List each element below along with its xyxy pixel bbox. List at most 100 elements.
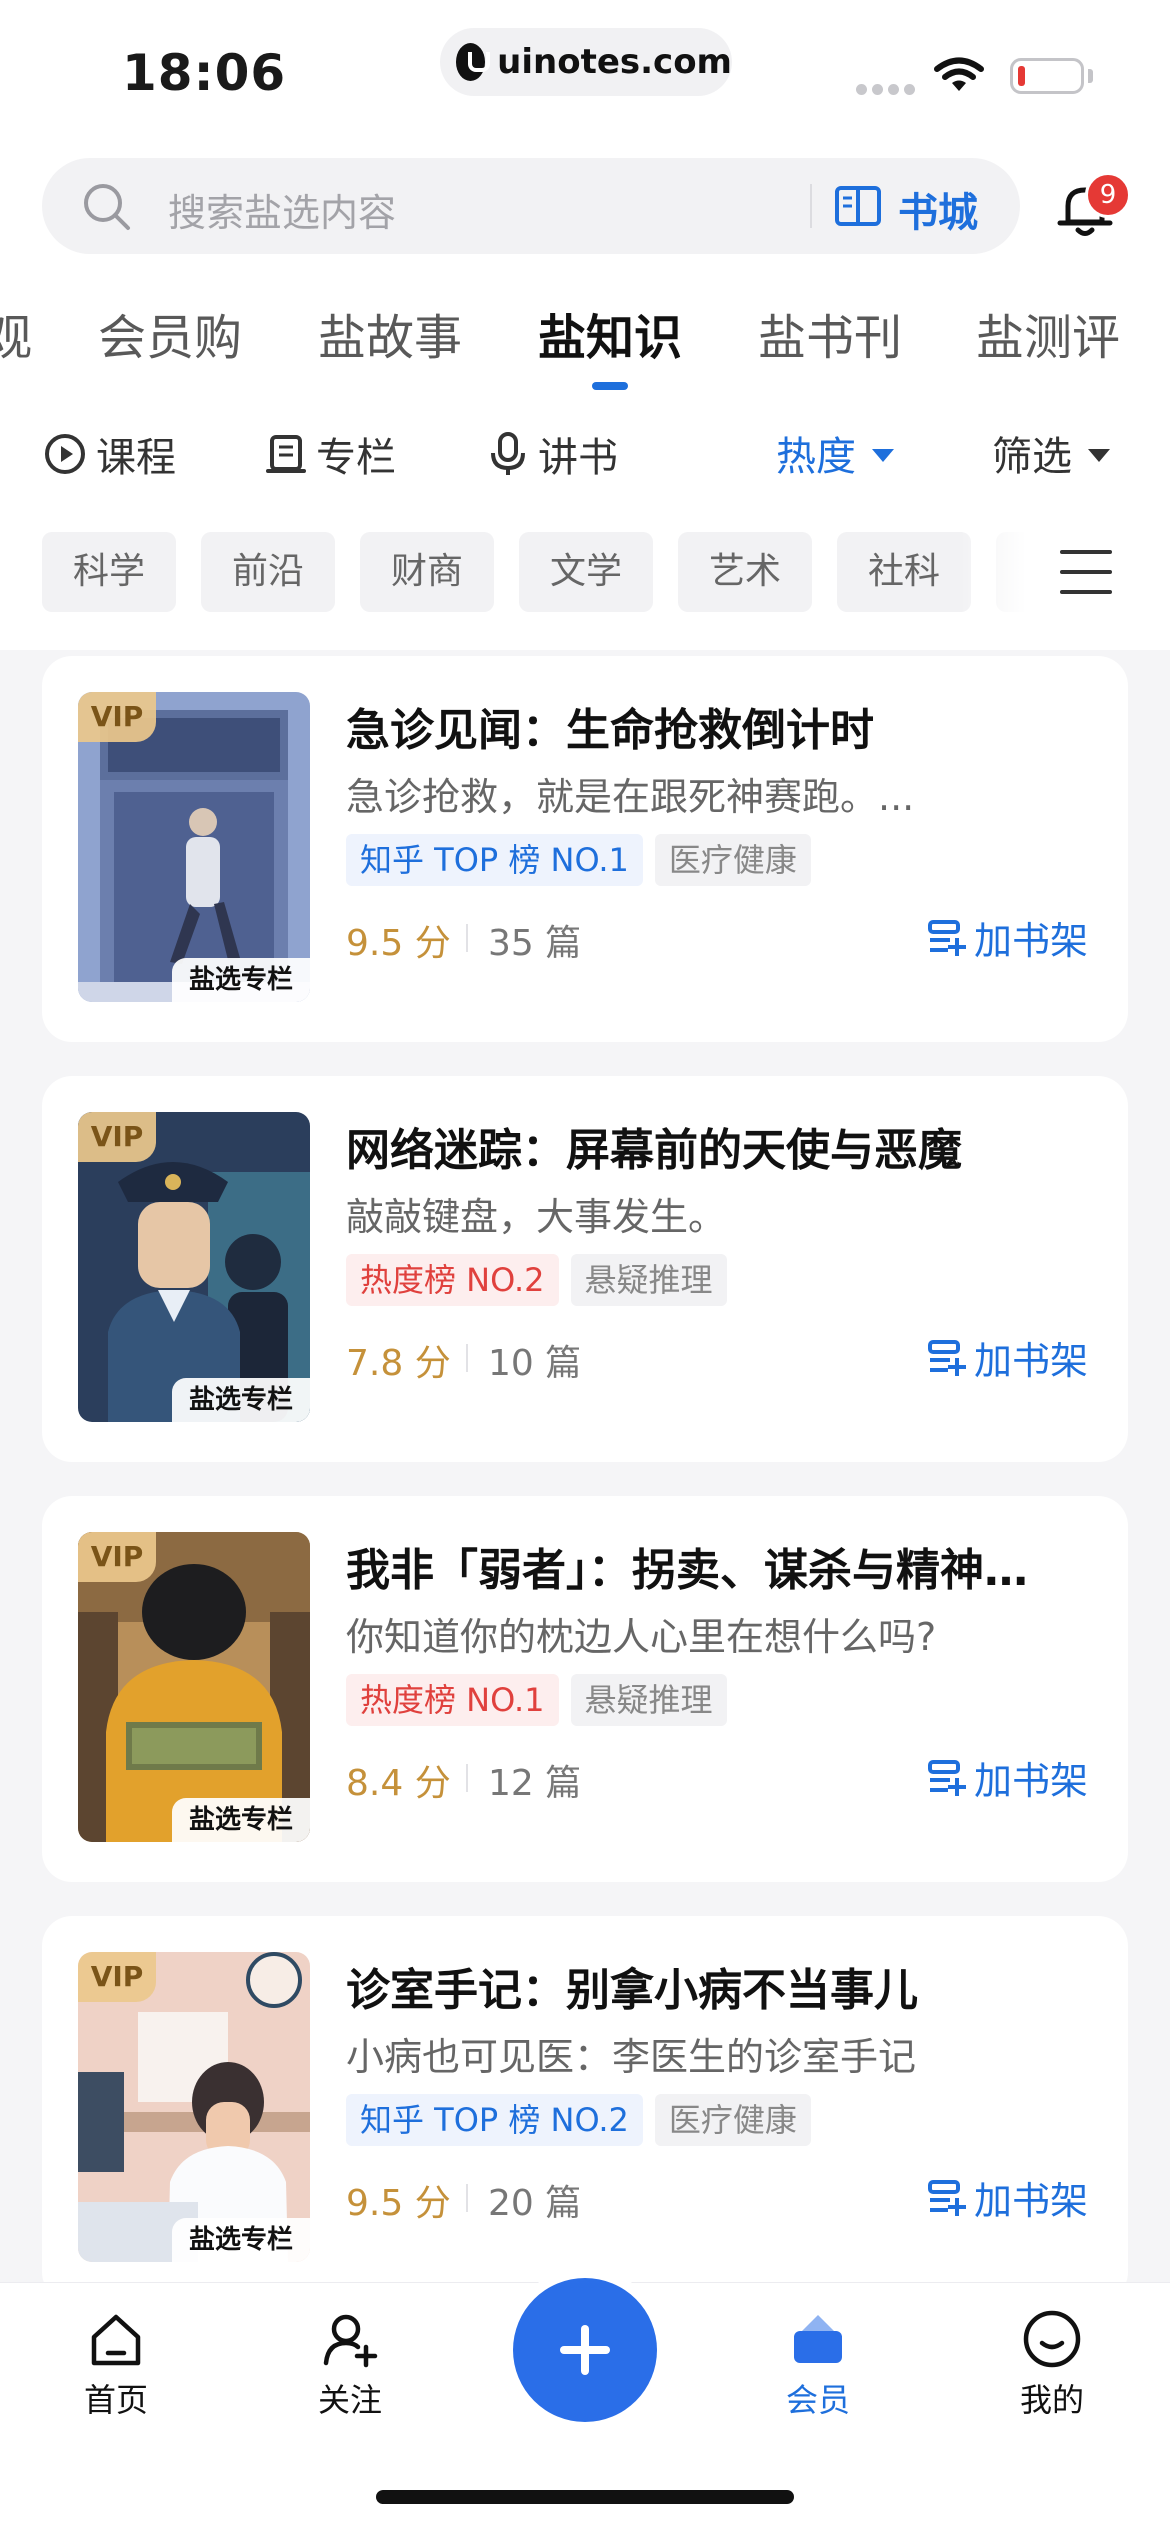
url-text: uinotes.com [497,42,732,82]
add-to-shelf-label: 加书架 [974,919,1089,963]
chip-literature[interactable]: 文学 [519,532,653,612]
status-time: 18:06 [122,44,287,102]
card-score: 9.5 分 [346,923,451,964]
subtab-book-talks-label: 讲书 [538,435,618,481]
card-article-count: 35 篇 [488,923,582,964]
card-article-count: 10 篇 [488,1343,582,1384]
category-tag: 医疗健康 [654,2094,811,2146]
search-icon [84,184,130,230]
divider [466,924,468,952]
chip-social-science[interactable]: 社科 [837,532,971,612]
rank-tag: 知乎 TOP 榜 NO.1 [346,834,643,886]
filter-button[interactable]: 筛选 [992,424,1110,482]
card-score: 7.8 分 [346,1343,451,1384]
topic-chip-row: 科学 前沿 财商 文学 艺术 社科 成 [42,532,1052,612]
subtab-courses[interactable]: 课程 [44,424,176,484]
subtab-book-talks[interactable]: 讲书 [488,424,618,484]
subtab-courses-label: 课程 [96,435,176,481]
vip-badge: VIP [78,692,156,742]
add-to-shelf-button[interactable]: 加书架 [926,1750,1088,1805]
column-card[interactable]: VIP 盐选专栏 我非「弱者」：拐卖、谋杀与精神… 你知道你的枕边人心里在想什么… [42,1496,1128,1882]
home-icon [91,2314,141,2366]
sort-by-popularity[interactable]: 热度 [776,424,894,482]
cellular-signal-icon [856,84,915,95]
create-post-button[interactable] [513,2278,657,2422]
category-tabs: 观 会员购 盐故事 盐知识 盐书刊 盐测评 [0,298,1170,378]
vip-badge: VIP [78,1952,156,2002]
search-divider [810,184,812,228]
rank-tag: 知乎 TOP 榜 NO.2 [346,2094,643,2146]
bookstore-button[interactable]: 书城 [898,180,978,238]
caret-down-icon [872,448,894,462]
menu-icon[interactable] [1058,546,1114,598]
tab-salt-knowledge[interactable]: 盐知识 [538,298,682,368]
cover-image: VIP 盐选专栏 [78,1112,310,1422]
card-title[interactable]: 我非「弱者」：拐卖、谋杀与精神… [346,1534,1086,1598]
category-tag: 悬疑推理 [570,1254,727,1306]
add-to-shelf-label: 加书架 [974,2179,1089,2223]
book-icon[interactable] [834,184,882,228]
battery-icon [1010,58,1084,94]
chip-science[interactable]: 科学 [42,532,176,612]
search-input[interactable]: 搜索盐选内容 [168,182,396,237]
nav-follow-label: 关注 [317,2381,382,2419]
add-to-shelf-label: 加书架 [974,1339,1089,1383]
chip-finance[interactable]: 财商 [360,532,494,612]
rank-tag: 热度榜 NO.2 [346,1254,559,1306]
divider [466,2184,468,2212]
battery-cap [1088,69,1093,83]
home-indicator [376,2490,794,2504]
active-tab-indicator [592,382,628,390]
profile-icon [1023,2310,1081,2368]
column-card[interactable]: VIP 盐选专栏 网络迷踪：屏幕前的天使与恶魔 敲敲键盘，大事发生。 热度榜 N… [42,1076,1128,1462]
card-title[interactable]: 网络迷踪：屏幕前的天使与恶魔 [346,1114,1086,1178]
add-to-shelf-button[interactable]: 加书架 [926,910,1088,965]
vip-badge: VIP [78,1532,156,1582]
caret-down-icon [1088,448,1110,462]
add-shelf-icon [928,919,966,956]
tab-partial[interactable]: 观 [0,298,32,368]
tab-member-shop[interactable]: 会员购 [98,298,242,368]
chip-frontier[interactable]: 前沿 [201,532,335,612]
nav-home-label: 首页 [83,2381,148,2419]
add-to-shelf-button[interactable]: 加书架 [926,1330,1088,1385]
add-shelf-icon [928,2179,966,2216]
cover-label: 盐选专栏 [172,2218,310,2262]
nav-me[interactable]: 我的 [972,2309,1132,2421]
add-to-shelf-label: 加书架 [974,1759,1089,1803]
nav-vip[interactable]: 会员 [738,2309,898,2421]
nav-me-label: 我的 [1019,2381,1084,2419]
search-bar[interactable]: 搜索盐选内容 书城 [42,158,1020,254]
tab-salt-stories[interactable]: 盐故事 [318,298,462,368]
nav-vip-label: 会员 [785,2381,850,2419]
divider [466,1764,468,1792]
card-title[interactable]: 诊室手记：别拿小病不当事儿 [346,1954,1086,2018]
card-score: 8.4 分 [346,1763,451,1804]
subtab-columns[interactable]: 专栏 [266,424,396,484]
cover-image: VIP 盐选专栏 [78,1532,310,1842]
column-card[interactable]: VIP 盐选专栏 急诊见闻：生命抢救倒计时 急诊抢救，就是在跟死神赛跑。... … [42,656,1128,1042]
cover-label: 盐选专栏 [172,958,310,1002]
tab-salt-books[interactable]: 盐书刊 [758,298,902,368]
card-score: 9.5 分 [346,2183,451,2224]
chip-art[interactable]: 艺术 [678,532,812,612]
add-to-shelf-button[interactable]: 加书架 [926,2170,1088,2225]
nav-follow[interactable]: 关注 [270,2309,430,2421]
vip-icon [794,2315,842,2363]
add-shelf-icon [928,1339,966,1376]
cover-label: 盐选专栏 [172,1798,310,1842]
divider [466,1344,468,1372]
column-card[interactable]: VIP 盐选专栏 诊室手记：别拿小病不当事儿 小病也可见医：李医生的诊室手记 知… [42,1916,1128,2302]
tab-salt-reviews[interactable]: 盐测评 [976,298,1120,368]
rank-tag: 热度榜 NO.1 [346,1674,559,1726]
site-logo-icon [456,43,491,81]
card-article-count: 12 篇 [488,1763,582,1804]
microphone-icon [491,432,525,475]
cover-image: VIP 盐选专栏 [78,692,310,1002]
card-title[interactable]: 急诊见闻：生命抢救倒计时 [346,694,1086,758]
card-tags: 知乎 TOP 榜 NO.2 医疗健康 [346,2094,811,2146]
nav-home[interactable]: 首页 [36,2309,196,2421]
column-icon [266,435,306,473]
card-article-count: 20 篇 [488,2183,582,2224]
url-pill[interactable]: uinotes.com [440,28,732,96]
